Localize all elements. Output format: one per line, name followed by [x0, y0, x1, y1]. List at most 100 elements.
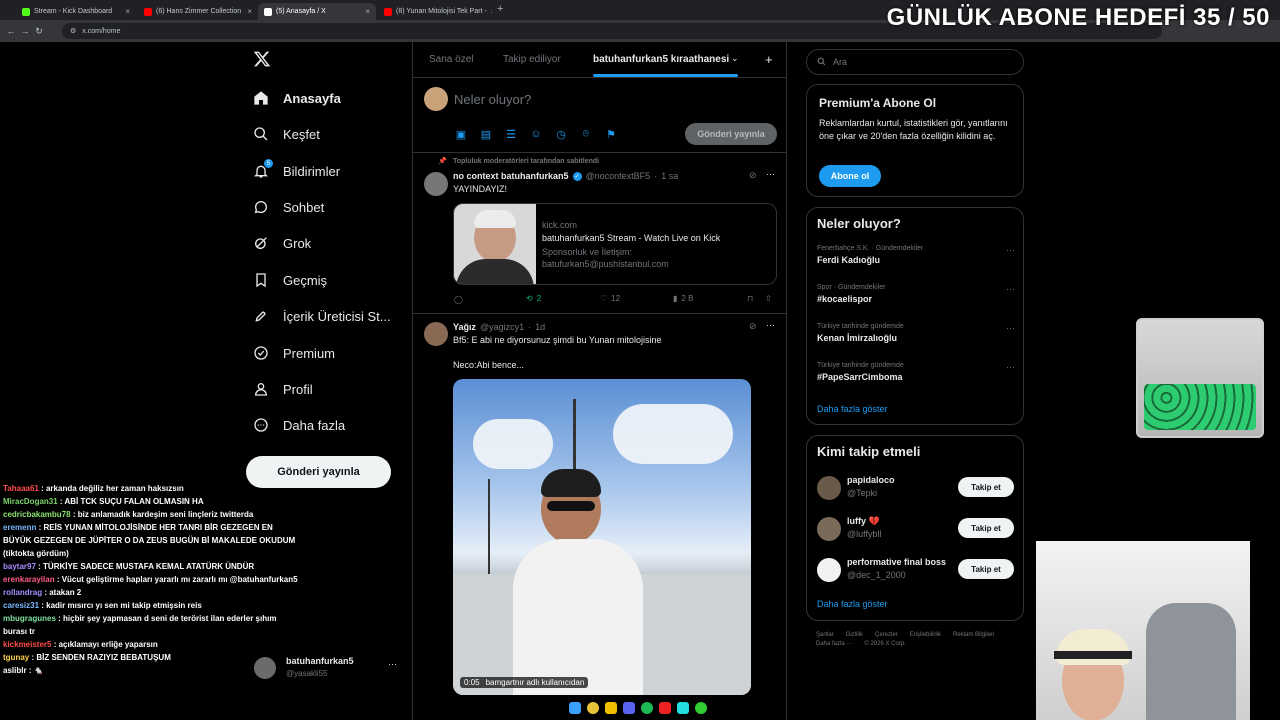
flag-icon[interactable]: ⚑: [605, 128, 617, 141]
more-icon[interactable]: ···: [388, 659, 397, 669]
chat-username[interactable]: rollandrag: [3, 588, 42, 597]
browser-tab[interactable]: (6) Hans Zimmer Collection ×: [138, 3, 258, 20]
app-icon[interactable]: [695, 702, 707, 714]
trends-show-more[interactable]: Daha fazla göster: [817, 404, 888, 414]
avatar[interactable]: [424, 172, 448, 196]
search-input[interactable]: Ara: [806, 49, 1024, 75]
forward-icon[interactable]: →: [18, 26, 32, 36]
reply-button[interactable]: ◯: [454, 295, 463, 304]
more-icon[interactable]: ···: [1006, 245, 1015, 255]
footer-link[interactable]: Gizlilik: [846, 632, 863, 638]
site-info-icon[interactable]: ⚙: [70, 27, 76, 35]
chat-username[interactable]: tgunay: [3, 653, 29, 662]
follow-button[interactable]: Takip et: [958, 477, 1014, 497]
suggestion-name[interactable]: papidaloco: [847, 475, 895, 485]
follow-suggestion[interactable]: performative final boss @dec_1_2000 Takip …: [807, 555, 1023, 589]
close-icon[interactable]: ×: [247, 7, 252, 16]
chat-username[interactable]: cedricbakambu78: [3, 510, 71, 519]
close-icon[interactable]: ×: [491, 7, 492, 16]
tweet-time[interactable]: 1 sa: [661, 171, 678, 181]
avatar[interactable]: [817, 476, 841, 500]
trend-item[interactable]: Türkiye tarihinde gündemde #PapeSarrCimbo…: [817, 362, 1015, 396]
tab-for-you[interactable]: Sana özel: [429, 54, 473, 65]
close-icon[interactable]: ×: [125, 7, 130, 16]
browser-tab-active[interactable]: (5) Anasayfa / X ×: [258, 3, 376, 20]
tweet-author[interactable]: Yağız: [453, 322, 476, 332]
chat-username[interactable]: MiracDogan31: [3, 497, 58, 506]
chat-username[interactable]: mbugragunes: [3, 614, 56, 623]
add-tab-button[interactable]: +: [765, 52, 773, 67]
nav-more[interactable]: Daha fazla: [252, 416, 345, 434]
tweet-pinned[interactable]: 📌 Topluluk moderatörleri tarafından sabi…: [413, 153, 786, 313]
share-icon[interactable]: ⇧: [765, 294, 772, 303]
app-icon[interactable]: [659, 702, 671, 714]
tab-community[interactable]: batuhanfurkan5 kıraathanesi: [593, 54, 729, 65]
avatar[interactable]: [424, 322, 448, 346]
retweet-button[interactable]: ⟲ 2: [526, 294, 541, 303]
who-show-more[interactable]: Daha fazla göster: [817, 599, 888, 609]
more-icon[interactable]: ···: [766, 169, 775, 179]
chat-username[interactable]: asliblr: [3, 666, 27, 675]
chat-username[interactable]: eremenn: [3, 523, 36, 532]
tab-following[interactable]: Takip ediliyor: [503, 54, 561, 65]
windows-start-icon[interactable]: [569, 702, 581, 714]
follow-suggestion[interactable]: luffy 💔 @luffybll Takip et: [807, 514, 1023, 548]
more-icon[interactable]: ···: [1006, 362, 1015, 372]
poll-icon[interactable]: ☰: [505, 128, 517, 141]
nav-creator-studio[interactable]: İçerik Üreticisi St...: [252, 307, 391, 325]
new-tab-button[interactable]: +: [497, 3, 503, 15]
trend-item[interactable]: Türkiye tarihinde gündemde Kenan İmirzalı…: [817, 323, 1015, 357]
chat-username[interactable]: kickmeister5: [3, 640, 51, 649]
compose-post-button[interactable]: Gönderi yayınla: [685, 123, 777, 145]
gif-icon[interactable]: ▤: [480, 128, 492, 141]
follow-button[interactable]: Takip et: [958, 518, 1014, 538]
browser-tab[interactable]: Stream - Kick Dashboard ×: [16, 3, 136, 20]
chat-username[interactable]: Tahaaa61: [3, 484, 39, 493]
link-card[interactable]: kick.com batuhanfurkan5 Stream - Watch L…: [453, 203, 777, 285]
x-logo[interactable]: [253, 50, 273, 70]
back-icon[interactable]: ←: [4, 26, 18, 36]
chevron-down-icon[interactable]: ⌄: [731, 53, 739, 64]
discord-icon[interactable]: [623, 702, 635, 714]
footer-link[interactable]: Erişilebilirlik: [910, 632, 941, 638]
suggestion-name[interactable]: performative final boss: [847, 557, 946, 567]
chat-username[interactable]: caresiz31: [3, 601, 39, 610]
follow-suggestion[interactable]: papidaloco @Tepki Takip et: [807, 473, 1023, 507]
bookmark-icon[interactable]: ⊓: [747, 294, 753, 303]
chat-username[interactable]: baytar97: [3, 562, 36, 571]
folder-icon[interactable]: [605, 702, 617, 714]
nav-bookmarks[interactable]: Geçmiş: [252, 271, 327, 289]
more-icon[interactable]: ···: [1006, 323, 1015, 333]
chrome-icon[interactable]: [587, 702, 599, 714]
tweet-author[interactable]: no context batuhanfurkan5: [453, 171, 569, 181]
trend-item[interactable]: Fenerbahçe S.K. · Gündemdekiler Ferdi Kad…: [817, 245, 1015, 279]
emoji-icon[interactable]: ☺: [530, 128, 542, 140]
suggestion-name[interactable]: luffy 💔: [847, 516, 880, 527]
avatar[interactable]: [817, 558, 841, 582]
grok-icon[interactable]: ⊘: [749, 321, 757, 332]
more-icon[interactable]: ···: [766, 320, 775, 330]
location-icon[interactable]: ⌾: [580, 128, 592, 140]
tweet[interactable]: Yağız @yagizcy1 · 1d ⊘ ··· Bf5: E abi ne…: [413, 314, 786, 720]
like-button[interactable]: ♡ 12: [600, 294, 620, 303]
browser-tab[interactable]: (8) Yunan Mitolojisi Tek Part - ×: [378, 3, 492, 20]
compose-input[interactable]: Neler oluyor?: [454, 92, 531, 107]
nav-chat[interactable]: Sohbet: [252, 198, 324, 216]
footer-link[interactable]: Daha fazla ···: [816, 641, 852, 647]
more-icon[interactable]: ···: [1006, 284, 1015, 294]
avatar[interactable]: [817, 517, 841, 541]
app-icon[interactable]: [677, 702, 689, 714]
trend-item[interactable]: Spor · Gündemdekiler #kocaelispor ···: [817, 284, 1015, 318]
nav-notifications[interactable]: 5 Bildirimler: [252, 159, 340, 180]
schedule-icon[interactable]: ◷: [555, 128, 567, 141]
nav-grok[interactable]: Grok: [252, 234, 311, 252]
reload-icon[interactable]: ↻: [32, 26, 46, 37]
follow-button[interactable]: Takip et: [958, 559, 1014, 579]
grok-icon[interactable]: ⊘: [749, 170, 757, 181]
footer-link[interactable]: Şartlar: [816, 632, 834, 638]
close-icon[interactable]: ×: [365, 7, 370, 16]
image-icon[interactable]: ▣: [455, 128, 467, 141]
footer-link[interactable]: Reklam Bilgileri: [953, 632, 994, 638]
nav-profile[interactable]: Profil: [252, 380, 313, 398]
nav-explore[interactable]: Keşfet: [252, 125, 320, 143]
